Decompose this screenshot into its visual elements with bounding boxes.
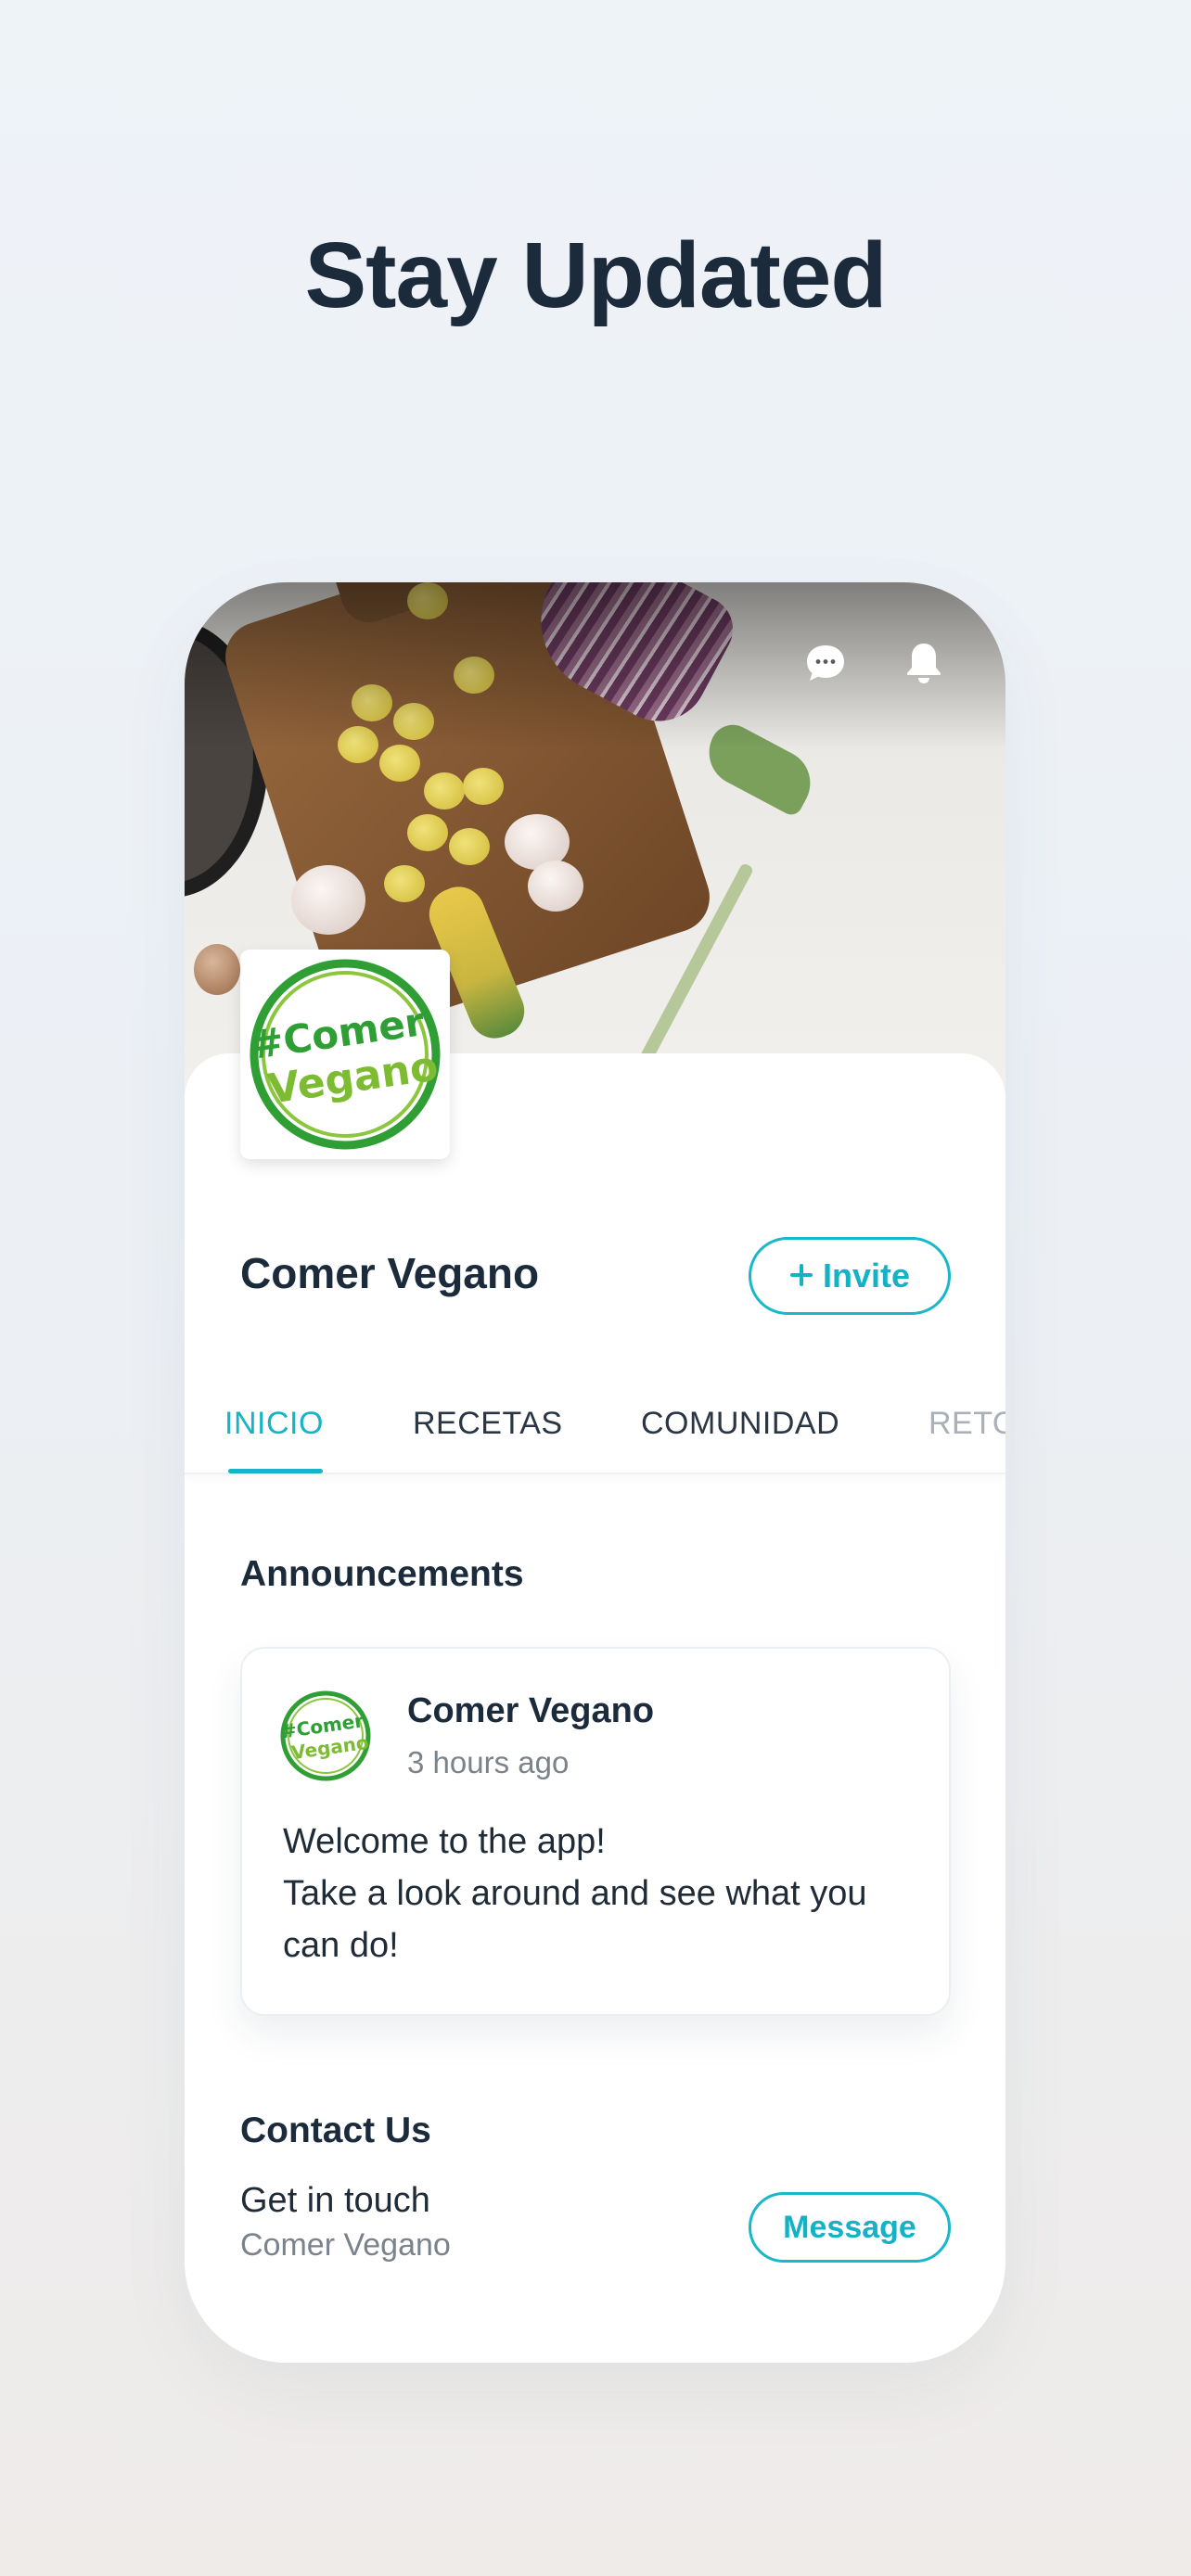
carrot-slice <box>424 772 465 810</box>
post-body-line: Take a look around and see what you <box>283 1874 867 1913</box>
garlic-decor <box>528 861 583 912</box>
group-name: Comer Vegano <box>240 1249 540 1297</box>
post-body: Welcome to the app! Take a look around a… <box>283 1816 923 1971</box>
carrot-slice <box>407 814 448 851</box>
group-content-sheet: Comer Vegano Invite INICIO RECETAS COMUN… <box>185 1053 1005 2363</box>
bell-icon[interactable] <box>899 638 949 688</box>
announcements-title: Announcements <box>240 1554 524 1594</box>
tab-recetas[interactable]: RECETAS <box>413 1406 563 1442</box>
tab-bar: INICIO RECETAS COMUNIDAD RETO <box>185 1369 1005 1474</box>
post-body-line: Welcome to the app! <box>283 1822 606 1861</box>
chat-bubble-icon[interactable] <box>800 638 851 688</box>
invite-label: Invite <box>822 1256 911 1294</box>
post-body-line: can do! <box>283 1926 399 1965</box>
tab-reto[interactable]: RETO <box>928 1406 1005 1442</box>
post-timestamp: 3 hours ago <box>407 1745 570 1779</box>
announcement-card[interactable]: #Comer Vegano Comer Vegano 3 hours ago W… <box>240 1647 951 2016</box>
post-author-avatar: #Comer Vegano <box>279 1690 372 1782</box>
garlic-decor <box>291 865 365 935</box>
tab-comunidad[interactable]: COMUNIDAD <box>641 1406 839 1442</box>
message-button[interactable]: Message <box>749 2192 951 2263</box>
invite-button[interactable]: Invite <box>749 1237 951 1315</box>
comer-vegano-logo: #Comer Vegano <box>248 959 441 1150</box>
group-logo: #Comer Vegano <box>240 950 450 1159</box>
tab-inicio[interactable]: INICIO <box>224 1406 324 1442</box>
cover-shade <box>185 582 1005 749</box>
carrot-slice <box>463 768 504 805</box>
active-tab-indicator <box>228 1469 323 1473</box>
shallot-decor <box>194 944 240 995</box>
carrot-slice <box>379 745 420 782</box>
contact-us-title: Contact Us <box>240 2111 431 2150</box>
plus-icon <box>789 1256 813 1295</box>
page-headline: Stay Updated <box>304 223 887 327</box>
post-author-name: Comer Vegano <box>407 1691 655 1730</box>
carrot-slice <box>449 828 490 865</box>
contact-sub-text: Comer Vegano <box>240 2227 451 2263</box>
carrot-slice <box>384 865 425 902</box>
contact-main-text: Get in touch <box>240 2181 430 2220</box>
phone-frame: #Comer Vegano Comer Vegano Invite INICIO… <box>185 582 1005 2363</box>
